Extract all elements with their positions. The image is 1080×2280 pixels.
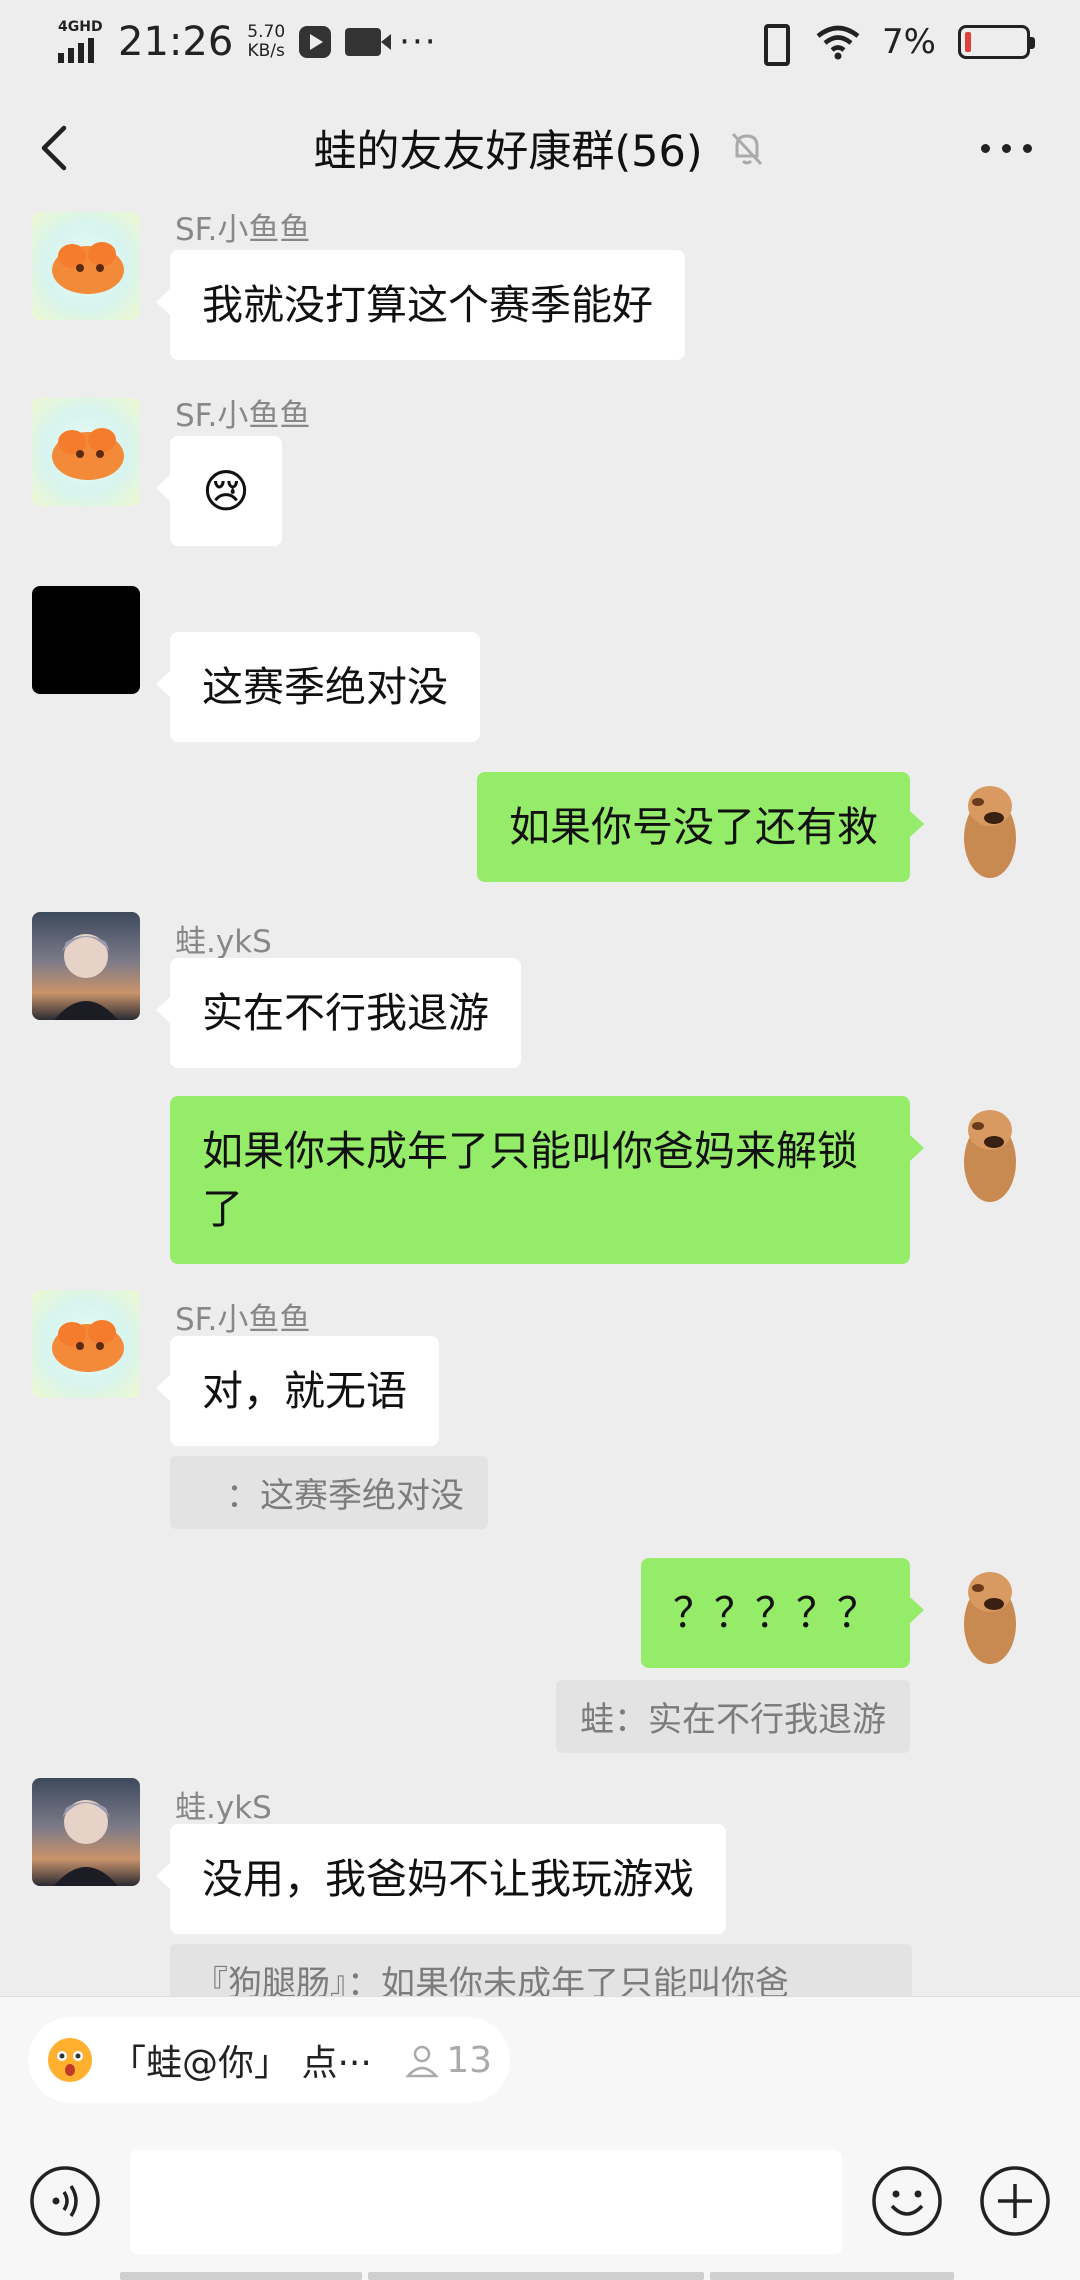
message-bubble[interactable]: 对，就无语: [156, 1336, 439, 1446]
clock: 21:26: [118, 19, 234, 65]
fish-avatar[interactable]: [32, 398, 140, 506]
fish-avatar[interactable]: [32, 212, 140, 320]
mention-text: 「蛙@你」 点···: [110, 2043, 372, 2084]
media-app-icon: [299, 26, 332, 58]
message-bubble[interactable]: 如果你号没了还有救: [477, 772, 924, 882]
quoted-message[interactable]: 『狗腿肠』：如果你未成年了只能叫你爸: [170, 1944, 912, 1996]
network-speed: 5.70 KB/s: [247, 22, 286, 61]
chat-header: 蛙的友友好康群(56): [0, 84, 1080, 212]
chat-messages: SF.小鱼鱼 我就没打算这个赛季能好 SF.小鱼鱼 😢 这赛季绝对没 如果你号没…: [0, 212, 1080, 1996]
anime-avatar[interactable]: [32, 1778, 140, 1886]
battery-percent: 7%: [882, 22, 936, 62]
sender-name: SF.小鱼鱼: [175, 212, 311, 248]
nav-gesture-hint: [120, 2272, 954, 2280]
emoji-icon[interactable]: [870, 2164, 944, 2238]
message-bubble[interactable]: 实在不行我退游: [156, 958, 521, 1068]
dog-avatar[interactable]: [934, 1558, 1042, 1666]
wifi-icon: [816, 25, 860, 60]
battery-icon: [958, 25, 1035, 59]
mention-notice[interactable]: 「蛙@你」 点··· 13: [28, 2017, 510, 2103]
anime-avatar[interactable]: [32, 912, 140, 1020]
status-bar: 4GHD 21:26 5.70 KB/s ··· 7%: [0, 0, 1080, 84]
message-bubble[interactable]: 😢: [156, 436, 282, 546]
quoted-message[interactable]: ：这赛季绝对没: [170, 1456, 488, 1529]
video-app-icon: [345, 28, 392, 56]
input-bar: [0, 2124, 1080, 2280]
chat-title: 蛙的友友好康群(56): [313, 127, 703, 177]
black-avatar[interactable]: [32, 586, 140, 694]
mention-count: 13: [404, 2040, 492, 2081]
message-input[interactable]: [130, 2150, 842, 2254]
more-options-icon[interactable]: [981, 144, 1032, 153]
plus-icon[interactable]: [978, 2164, 1052, 2238]
message-bubble[interactable]: 没用，我爸妈不让我玩游戏: [156, 1824, 726, 1934]
message-bubble[interactable]: ？？？？？: [641, 1558, 924, 1668]
sender-name: SF.小鱼鱼: [175, 1302, 311, 1338]
muted-bell-icon: [731, 132, 762, 166]
vibrate-icon: [754, 22, 794, 66]
message-bubble[interactable]: 我就没打算这个赛季能好: [156, 250, 685, 360]
quoted-message[interactable]: 蛙：实在不行我退游: [556, 1680, 910, 1753]
back-arrow-icon[interactable]: [30, 120, 86, 176]
person-icon: [405, 2045, 439, 2078]
message-bubble[interactable]: 如果你未成年了只能叫你爸妈来解锁了: [170, 1096, 924, 1264]
sender-name: 蛙.ykS: [175, 924, 272, 960]
dog-avatar[interactable]: [934, 1096, 1042, 1204]
surprised-emoji-icon: [48, 2038, 92, 2082]
sender-name: SF.小鱼鱼: [175, 398, 311, 434]
cellular-signal-icon: 4GHD: [58, 19, 104, 65]
sender-name: 蛙.ykS: [175, 1790, 272, 1826]
dog-avatar[interactable]: [934, 772, 1042, 880]
voice-input-icon[interactable]: [28, 2164, 102, 2238]
more-notifications-icon: ···: [399, 22, 438, 62]
message-bubble[interactable]: 这赛季绝对没: [156, 632, 480, 742]
mention-bar: 「蛙@你」 点··· 13: [0, 1996, 1080, 2124]
fish-avatar[interactable]: [32, 1290, 140, 1398]
